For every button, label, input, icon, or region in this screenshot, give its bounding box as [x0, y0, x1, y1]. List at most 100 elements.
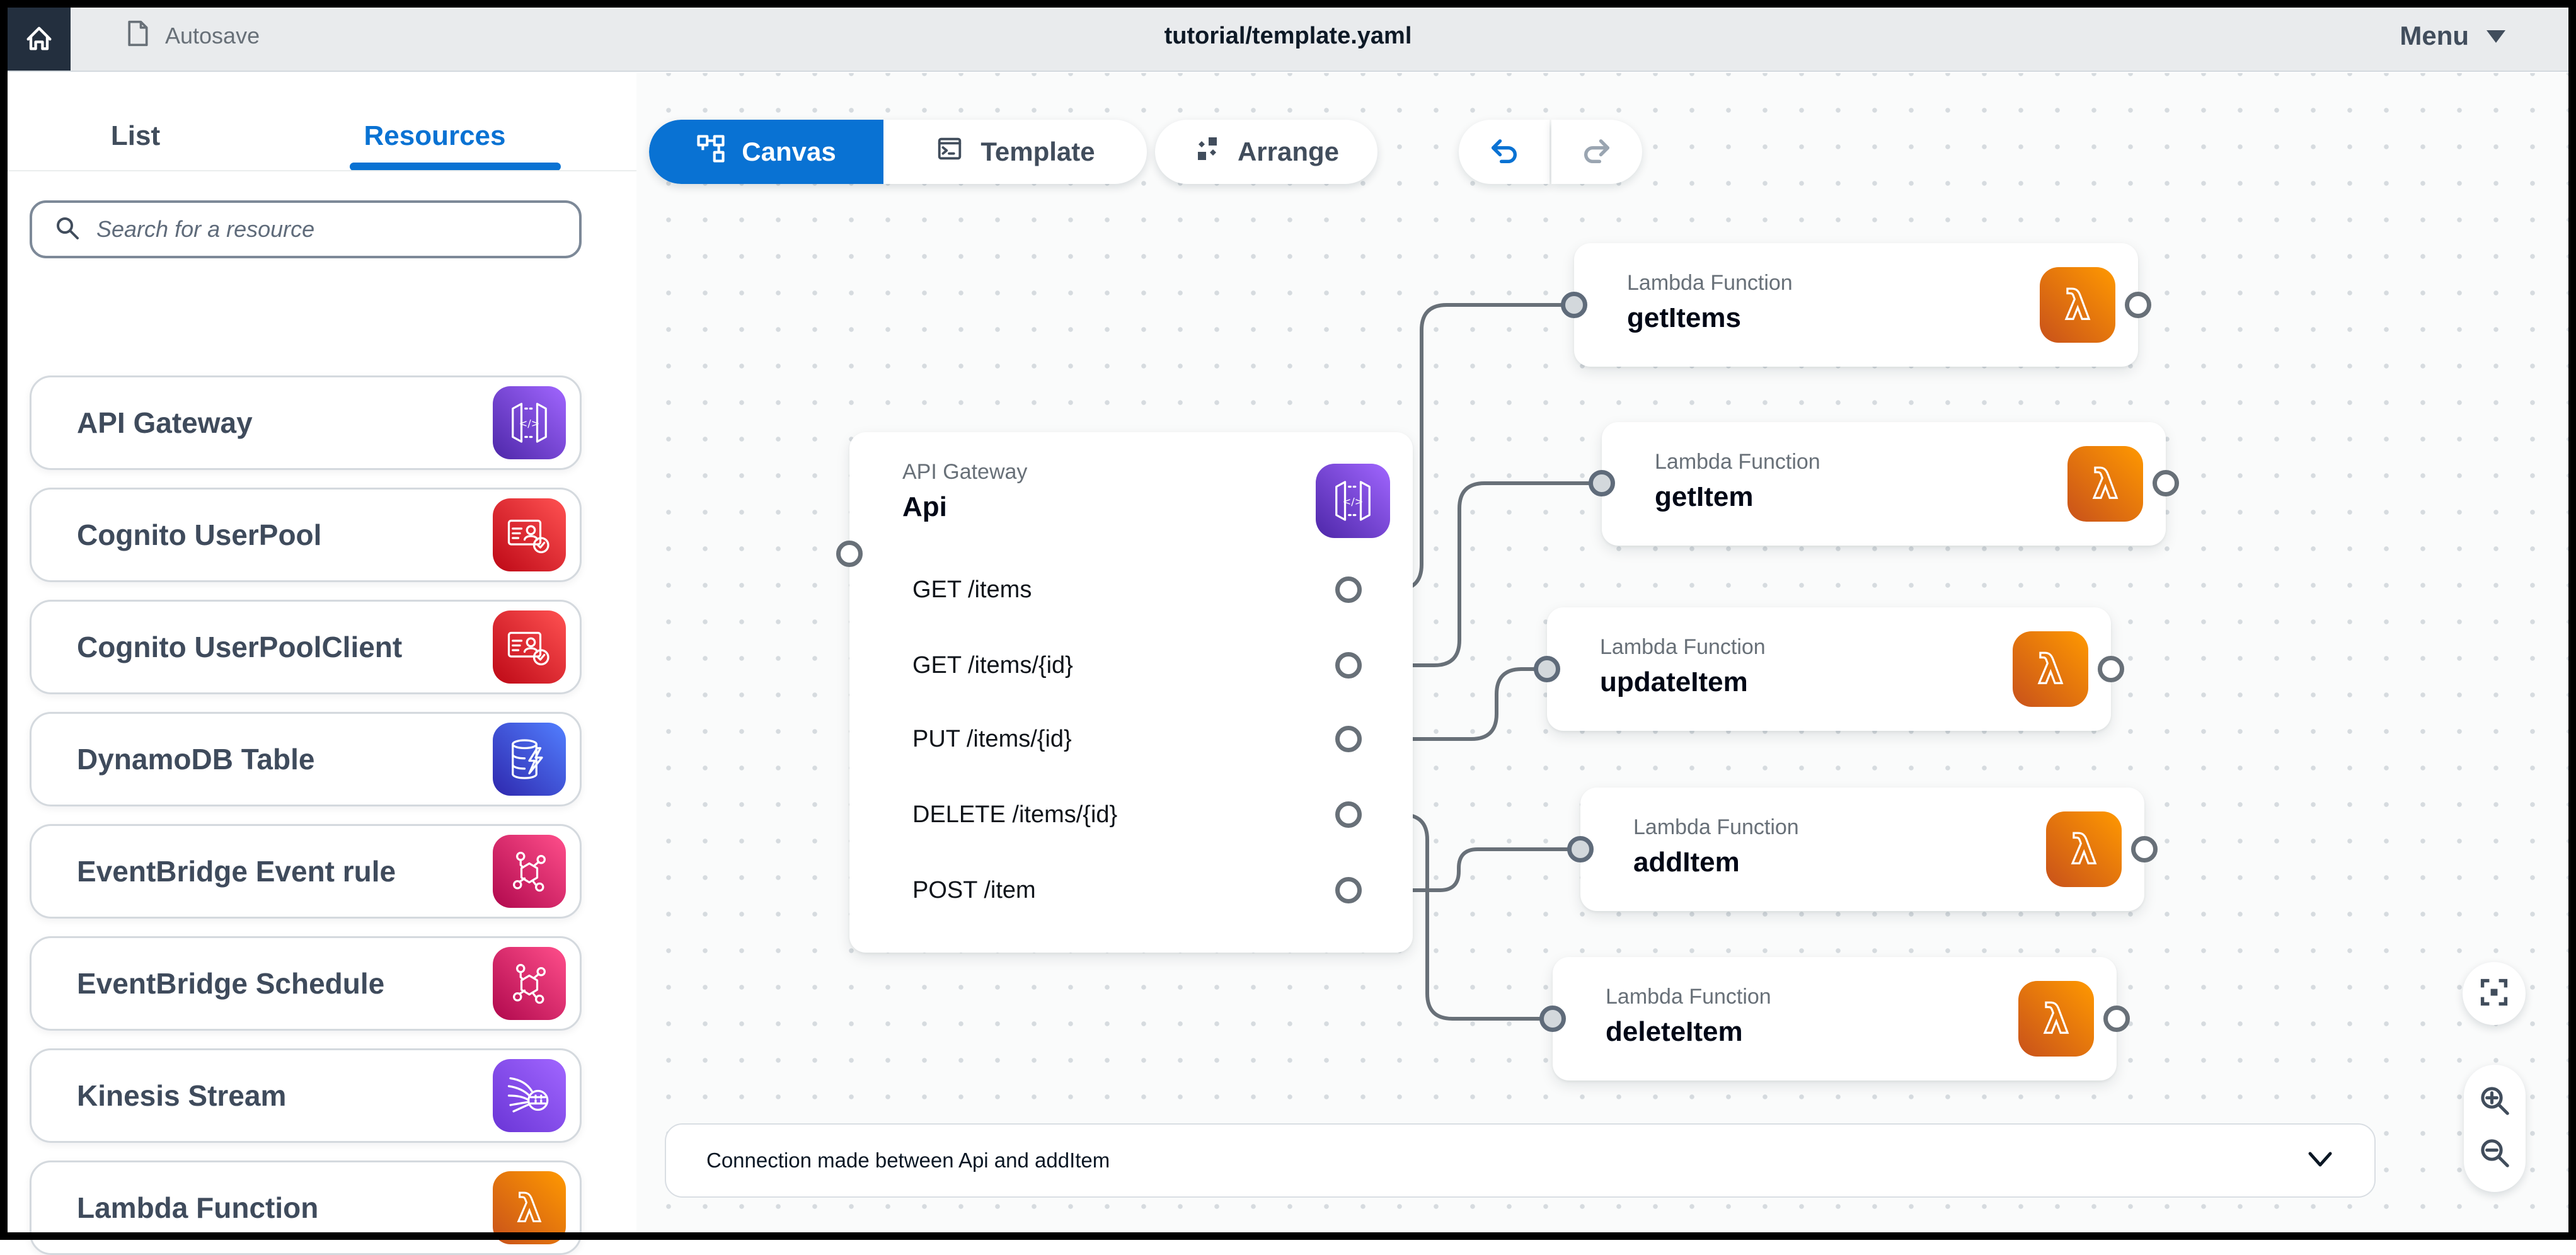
node-name: deleteItem — [1606, 1016, 1743, 1048]
tab-canvas[interactable]: Canvas — [649, 120, 883, 184]
api-gateway-icon: </> — [1316, 464, 1390, 538]
resource-label: Lambda Function — [32, 1191, 493, 1225]
fit-view-icon — [2478, 976, 2510, 1012]
template-icon — [935, 134, 964, 169]
kinesis-icon — [493, 1059, 566, 1132]
resource-search — [30, 200, 582, 258]
node-name: getItems — [1627, 302, 1741, 334]
node-lambda-deleteItem[interactable]: Lambda Function deleteItem λ — [1553, 957, 2117, 1080]
search-input[interactable] — [96, 208, 579, 250]
resource-label: DynamoDB Table — [32, 742, 493, 776]
node-api-gateway[interactable]: API Gateway Api </> GET /items GET /item… — [849, 432, 1413, 953]
undo-icon — [1488, 134, 1521, 170]
resource-card-dynamodb-table[interactable]: DynamoDB Table — [30, 712, 582, 806]
port-method-put-item-id[interactable] — [1335, 726, 1362, 752]
resource-label: EventBridge Event rule — [32, 854, 493, 888]
redo-button[interactable] — [1551, 120, 1642, 184]
node-lambda-addItem[interactable]: Lambda Function addItem λ — [1580, 788, 2144, 911]
svg-text:λ: λ — [2093, 461, 2118, 507]
resource-card-cognito-userpoolclient[interactable]: Cognito UserPoolClient — [30, 600, 582, 694]
resources-sidebar: List Resources API Gateway </> — [0, 73, 636, 1240]
port-getItem-output[interactable] — [2153, 470, 2179, 496]
node-name: updateItem — [1600, 667, 1748, 698]
port-addItem-output[interactable] — [2131, 836, 2158, 862]
port-getItems-output[interactable] — [2125, 292, 2151, 318]
resource-label: Cognito UserPool — [32, 518, 493, 552]
resource-card-eventbridge-event-rule[interactable]: EventBridge Event rule — [30, 824, 582, 919]
port-api-input[interactable] — [836, 541, 863, 567]
resource-card-api-gateway[interactable]: API Gateway </> — [30, 375, 582, 470]
lambda-icon: λ — [2013, 631, 2088, 707]
api-method-row: GET /items/{id} — [912, 628, 1073, 703]
api-method-row: POST /item — [912, 852, 1036, 928]
eventbridge-icon — [493, 947, 566, 1020]
node-lambda-getItem[interactable]: Lambda Function getItem λ — [1602, 422, 2166, 546]
node-lambda-updateItem[interactable]: Lambda Function updateItem λ — [1547, 607, 2111, 731]
app-window: Autosave tutorial/template.yaml Menu Lis… — [0, 0, 2576, 1240]
zoom-out-button[interactable] — [2473, 1133, 2517, 1177]
node-type-label: API Gateway — [902, 460, 1027, 484]
view-toggle: Canvas Template — [649, 120, 1147, 184]
cognito-userpool-icon — [493, 610, 566, 684]
zoom-controls — [2464, 1065, 2526, 1192]
resource-card-cognito-userpool[interactable]: Cognito UserPool — [30, 488, 582, 582]
port-getItem-input[interactable] — [1589, 470, 1615, 496]
lambda-icon: λ — [2040, 267, 2115, 343]
port-addItem-input[interactable] — [1567, 836, 1594, 862]
port-method-get-item-id[interactable] — [1335, 652, 1362, 679]
undo-redo-group — [1459, 120, 1642, 184]
redo-icon — [1580, 134, 1613, 170]
arrange-button[interactable]: Arrange — [1155, 120, 1377, 184]
resource-card-kinesis-stream[interactable]: Kinesis Stream — [30, 1048, 582, 1143]
tab-list[interactable]: List — [38, 98, 233, 174]
chevron-down-icon[interactable] — [2306, 1150, 2334, 1171]
port-getItems-input[interactable] — [1561, 292, 1587, 318]
port-deleteItem-input[interactable] — [1539, 1006, 1566, 1032]
node-type-label: Lambda Function — [1627, 271, 1793, 295]
zoom-in-icon — [2478, 1084, 2512, 1121]
node-lambda-getItems[interactable]: Lambda Function getItems λ — [1574, 243, 2138, 367]
cognito-userpool-icon — [493, 498, 566, 571]
menu-label: Menu — [2400, 21, 2469, 51]
resource-label: Kinesis Stream — [32, 1079, 493, 1113]
port-method-post-item[interactable] — [1335, 877, 1362, 903]
tabs-divider — [0, 170, 636, 171]
port-method-get-items[interactable] — [1335, 576, 1362, 603]
zoom-in-button[interactable] — [2473, 1080, 2517, 1125]
node-name: Api — [902, 491, 947, 523]
canvas-tab-label: Canvas — [742, 137, 836, 167]
fit-view-button[interactable] — [2463, 962, 2526, 1025]
node-name: addItem — [1633, 847, 1740, 878]
canvas-icon — [696, 134, 725, 169]
notification-bar[interactable]: Connection made between Api and addItem — [665, 1123, 2376, 1198]
svg-text:λ: λ — [2071, 827, 2096, 873]
svg-text:λ: λ — [2038, 646, 2063, 692]
page-title: tutorial/template.yaml — [0, 0, 2576, 72]
port-deleteItem-output[interactable] — [2103, 1006, 2130, 1032]
resource-card-lambda-function[interactable]: Lambda Function λ — [30, 1160, 582, 1255]
menu-button[interactable]: Menu — [2400, 0, 2507, 72]
zoom-out-icon — [2478, 1136, 2512, 1173]
svg-text:λ: λ — [2044, 996, 2069, 1042]
lambda-icon: λ — [2067, 446, 2143, 522]
tab-template[interactable]: Template — [883, 120, 1147, 184]
svg-text:</>: </> — [1343, 495, 1364, 507]
port-updateItem-output[interactable] — [2098, 656, 2124, 682]
resource-label: Cognito UserPoolClient — [32, 630, 493, 664]
api-gateway-icon: </> — [493, 386, 566, 459]
search-icon — [54, 214, 81, 245]
undo-button[interactable] — [1459, 120, 1550, 184]
node-type-label: Lambda Function — [1600, 635, 1766, 660]
menu-caret-icon — [2485, 21, 2507, 51]
svg-text:λ: λ — [517, 1186, 541, 1230]
resource-label: API Gateway — [32, 406, 493, 440]
svg-text:</>: </> — [519, 417, 540, 429]
node-type-label: Lambda Function — [1633, 815, 1799, 840]
port-updateItem-input[interactable] — [1534, 656, 1560, 682]
node-type-label: Lambda Function — [1606, 985, 1771, 1009]
port-method-delete-item-id[interactable] — [1335, 801, 1362, 828]
dynamodb-icon — [493, 723, 566, 796]
lambda-icon: λ — [493, 1171, 566, 1244]
lambda-icon: λ — [2046, 811, 2122, 887]
resource-card-eventbridge-schedule[interactable]: EventBridge Schedule — [30, 936, 582, 1031]
